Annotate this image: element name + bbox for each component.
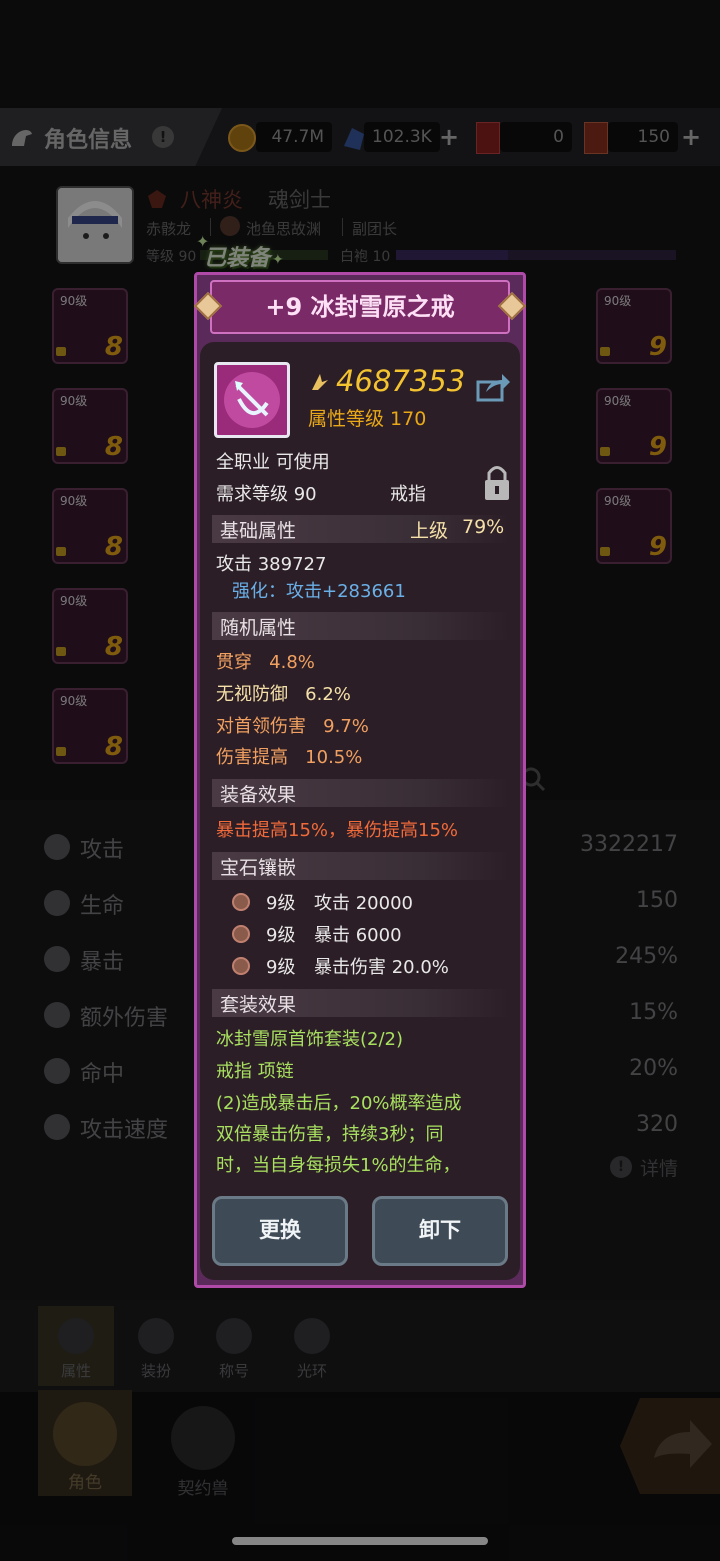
item-attr-level: 属性等级 170 (308, 408, 427, 430)
item-title: +9 冰封雪原之戒 (210, 280, 510, 334)
enhance-attack: 强化：攻击+283661 (232, 581, 406, 602)
section-equip-effect: 装备效果 (212, 779, 510, 807)
gem-icon (232, 893, 250, 911)
gem-stat: 暴击 6000 (314, 925, 402, 946)
attr-name: 伤害提高 (216, 747, 288, 768)
section-title: 基础属性 (220, 520, 297, 542)
item-usable: 全职业 可使用 (216, 452, 330, 473)
share-icon[interactable] (476, 372, 510, 402)
attr-name: 对首领伤害 (216, 716, 306, 737)
item-req-level: 需求等级 90 (216, 484, 317, 505)
section-gems: 宝石镶嵌 (212, 852, 510, 880)
gem-level: 9级 (266, 893, 296, 914)
gem-stat: 攻击 20000 (314, 893, 413, 914)
equip-effect-text: 暴击提高15%，暴伤提高15% (216, 820, 459, 841)
attr-value: 6.2% (305, 684, 351, 705)
gem-icon (232, 957, 250, 975)
section-title: 装备效果 (220, 784, 297, 806)
set-name: 冰封雪原首饰套装(2/2) (216, 1029, 404, 1050)
section-title: 套装效果 (220, 994, 297, 1016)
random-attr: 无视防御 6.2% (216, 680, 351, 706)
random-attr: 贯穿 4.8% (216, 648, 315, 674)
attr-name: 贯穿 (216, 652, 252, 673)
attr-value: 4.8% (269, 652, 315, 673)
section-random-attributes: 随机属性 (212, 612, 510, 640)
random-attr: 对首领伤害 9.7% (216, 712, 369, 738)
set-description: 双倍暴击伤害，持续3秒；同 (216, 1124, 444, 1145)
gem-level: 9级 (266, 925, 296, 946)
base-attack: 攻击 389727 (216, 554, 327, 575)
power-icon (308, 370, 330, 392)
random-attr: 伤害提高 10.5% (216, 743, 362, 769)
lock-icon[interactable] (482, 462, 512, 502)
grade-percent: 79% (462, 516, 505, 538)
grade-label: 上级 (410, 520, 449, 542)
replace-button[interactable]: 更换 (212, 1196, 348, 1266)
attr-value: 9.7% (323, 716, 369, 737)
item-type: 戒指 (390, 484, 426, 505)
attr-value: 10.5% (305, 747, 363, 768)
section-title: 宝石镶嵌 (220, 857, 297, 879)
section-set-effect: 套装效果 (212, 989, 510, 1017)
gem-level: 9级 (266, 957, 296, 978)
attr-name: 无视防御 (216, 684, 288, 705)
set-description: (2)造成暴击后，20%概率造成 (216, 1093, 462, 1114)
item-icon (214, 362, 290, 438)
gem-stat: 暴击伤害 20.0% (314, 957, 449, 978)
section-title: 随机属性 (220, 617, 297, 639)
scroll-fade (200, 1170, 520, 1194)
unequip-button[interactable]: 卸下 (372, 1196, 508, 1266)
item-power: 4687353 (336, 364, 466, 398)
set-parts: 戒指 项链 (216, 1061, 294, 1082)
gem-icon (232, 925, 250, 943)
